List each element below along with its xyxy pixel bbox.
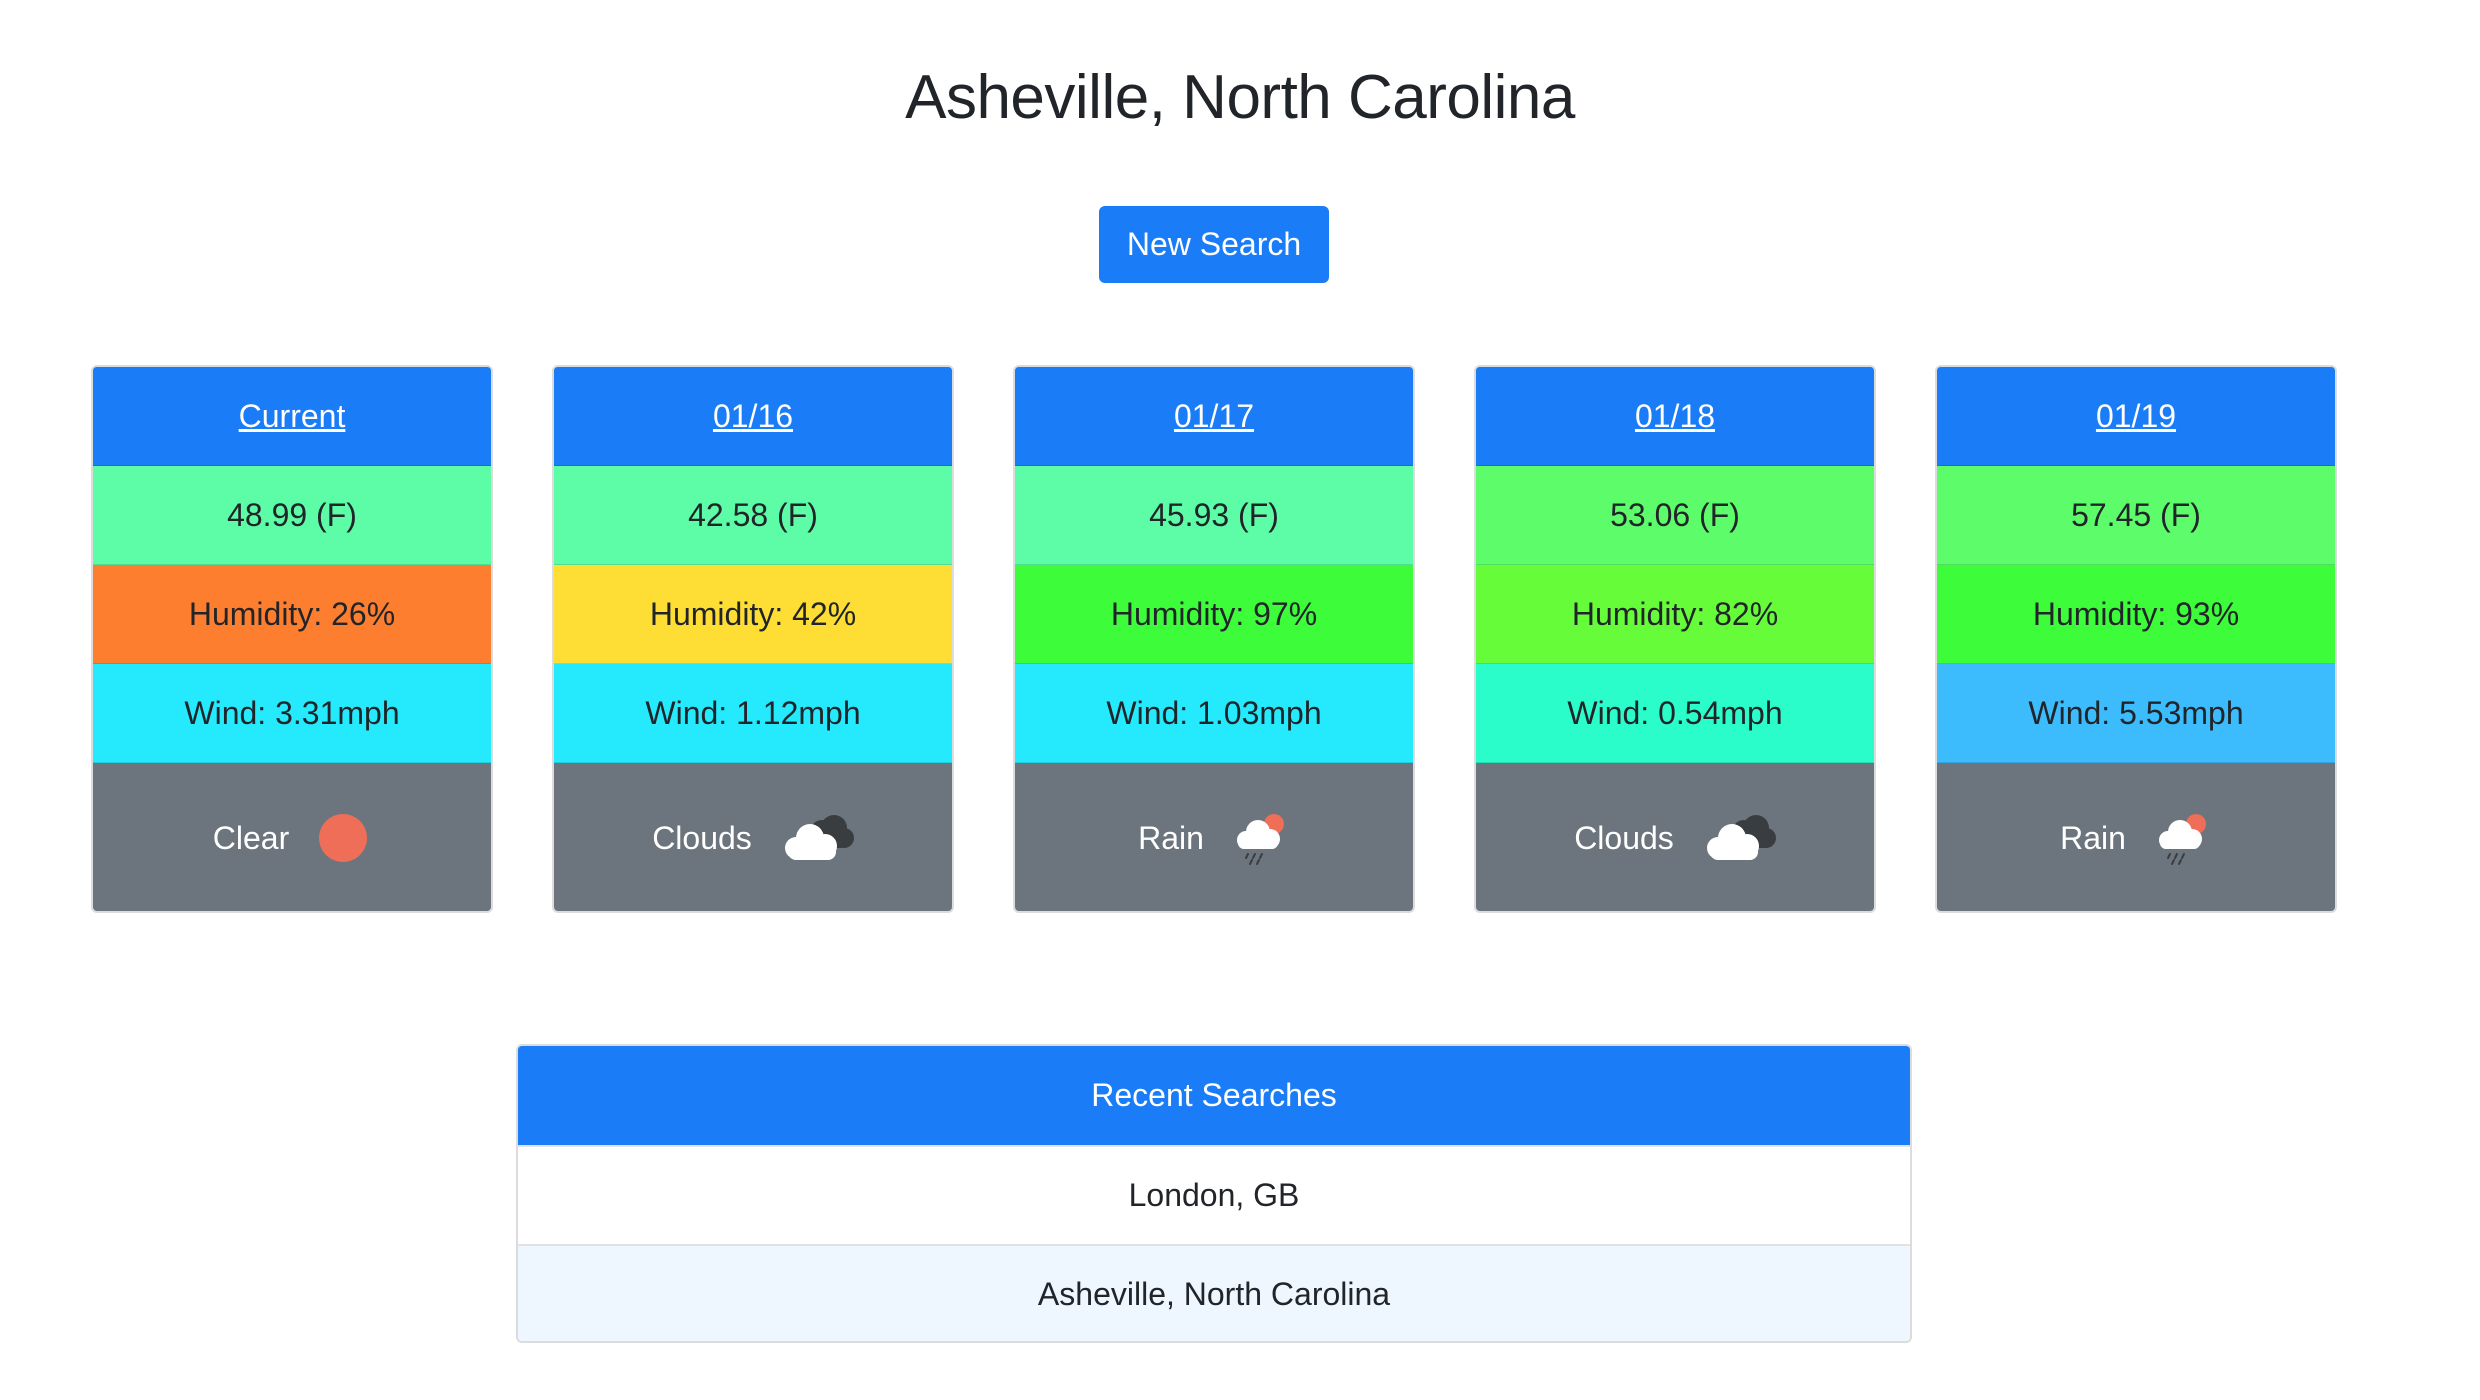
card-condition: Rain [1015,763,1413,911]
cloud-icon [778,810,854,866]
card-date-link[interactable]: 01/17 [1174,398,1254,435]
card-condition: Clouds [554,763,952,911]
forecast-card: 01/18 53.06 (F) Humidity: 82% Wind: 0.54… [1474,365,1876,913]
card-temperature: 48.99 (F) [93,466,491,565]
card-wind: Wind: 0.54mph [1476,664,1874,763]
page-title: Asheville, North Carolina [905,63,1575,132]
forecast-card: 01/17 45.93 (F) Humidity: 97% Wind: 1.03… [1013,365,1415,913]
recent-searches-header: Recent Searches [518,1046,1910,1145]
recent-searches-panel: Recent Searches London, GB Asheville, No… [516,1044,1912,1343]
card-humidity: Humidity: 82% [1476,565,1874,664]
card-condition-label: Clouds [652,819,752,856]
card-humidity: Humidity: 42% [554,565,952,664]
recent-search-item[interactable]: Asheville, North Carolina [518,1244,1910,1341]
card-date-link[interactable]: Current [239,398,346,435]
forecast-card: 01/16 42.58 (F) Humidity: 42% Wind: 1.12… [552,365,954,913]
card-condition: Clear [93,763,491,911]
card-humidity: Humidity: 93% [1937,565,2335,664]
card-condition-label: Rain [2060,819,2126,856]
card-header: 01/18 [1476,367,1874,466]
card-header: Current [93,367,491,466]
card-wind: Wind: 1.12mph [554,664,952,763]
card-wind: Wind: 5.53mph [1937,664,2335,763]
card-date-link[interactable]: 01/19 [2096,398,2176,435]
rain-icon [1230,810,1290,866]
card-temperature: 45.93 (F) [1015,466,1413,565]
cloud-icon [1700,810,1776,866]
card-condition: Rain [1937,763,2335,911]
forecast-cards: Current 48.99 (F) Humidity: 26% Wind: 3.… [0,365,2480,915]
card-condition-label: Rain [1138,819,1204,856]
card-date-link[interactable]: 01/18 [1635,398,1715,435]
forecast-card: 01/19 57.45 (F) Humidity: 93% Wind: 5.53… [1935,365,2337,913]
recent-search-item[interactable]: London, GB [518,1145,1910,1244]
card-header: 01/16 [554,367,952,466]
card-humidity: Humidity: 26% [93,565,491,664]
card-condition-label: Clouds [1574,819,1674,856]
forecast-card: Current 48.99 (F) Humidity: 26% Wind: 3.… [91,365,493,913]
card-humidity: Humidity: 97% [1015,565,1413,664]
sun-icon [315,810,371,866]
rain-icon [2152,810,2212,866]
card-wind: Wind: 1.03mph [1015,664,1413,763]
card-temperature: 57.45 (F) [1937,466,2335,565]
card-temperature: 42.58 (F) [554,466,952,565]
card-temperature: 53.06 (F) [1476,466,1874,565]
card-date-link[interactable]: 01/16 [713,398,793,435]
card-condition: Clouds [1476,763,1874,911]
card-condition-label: Clear [212,819,290,856]
card-wind: Wind: 3.31mph [93,664,491,763]
card-header: 01/19 [1937,367,2335,466]
new-search-button[interactable]: New Search [1099,206,1329,283]
card-header: 01/17 [1015,367,1413,466]
